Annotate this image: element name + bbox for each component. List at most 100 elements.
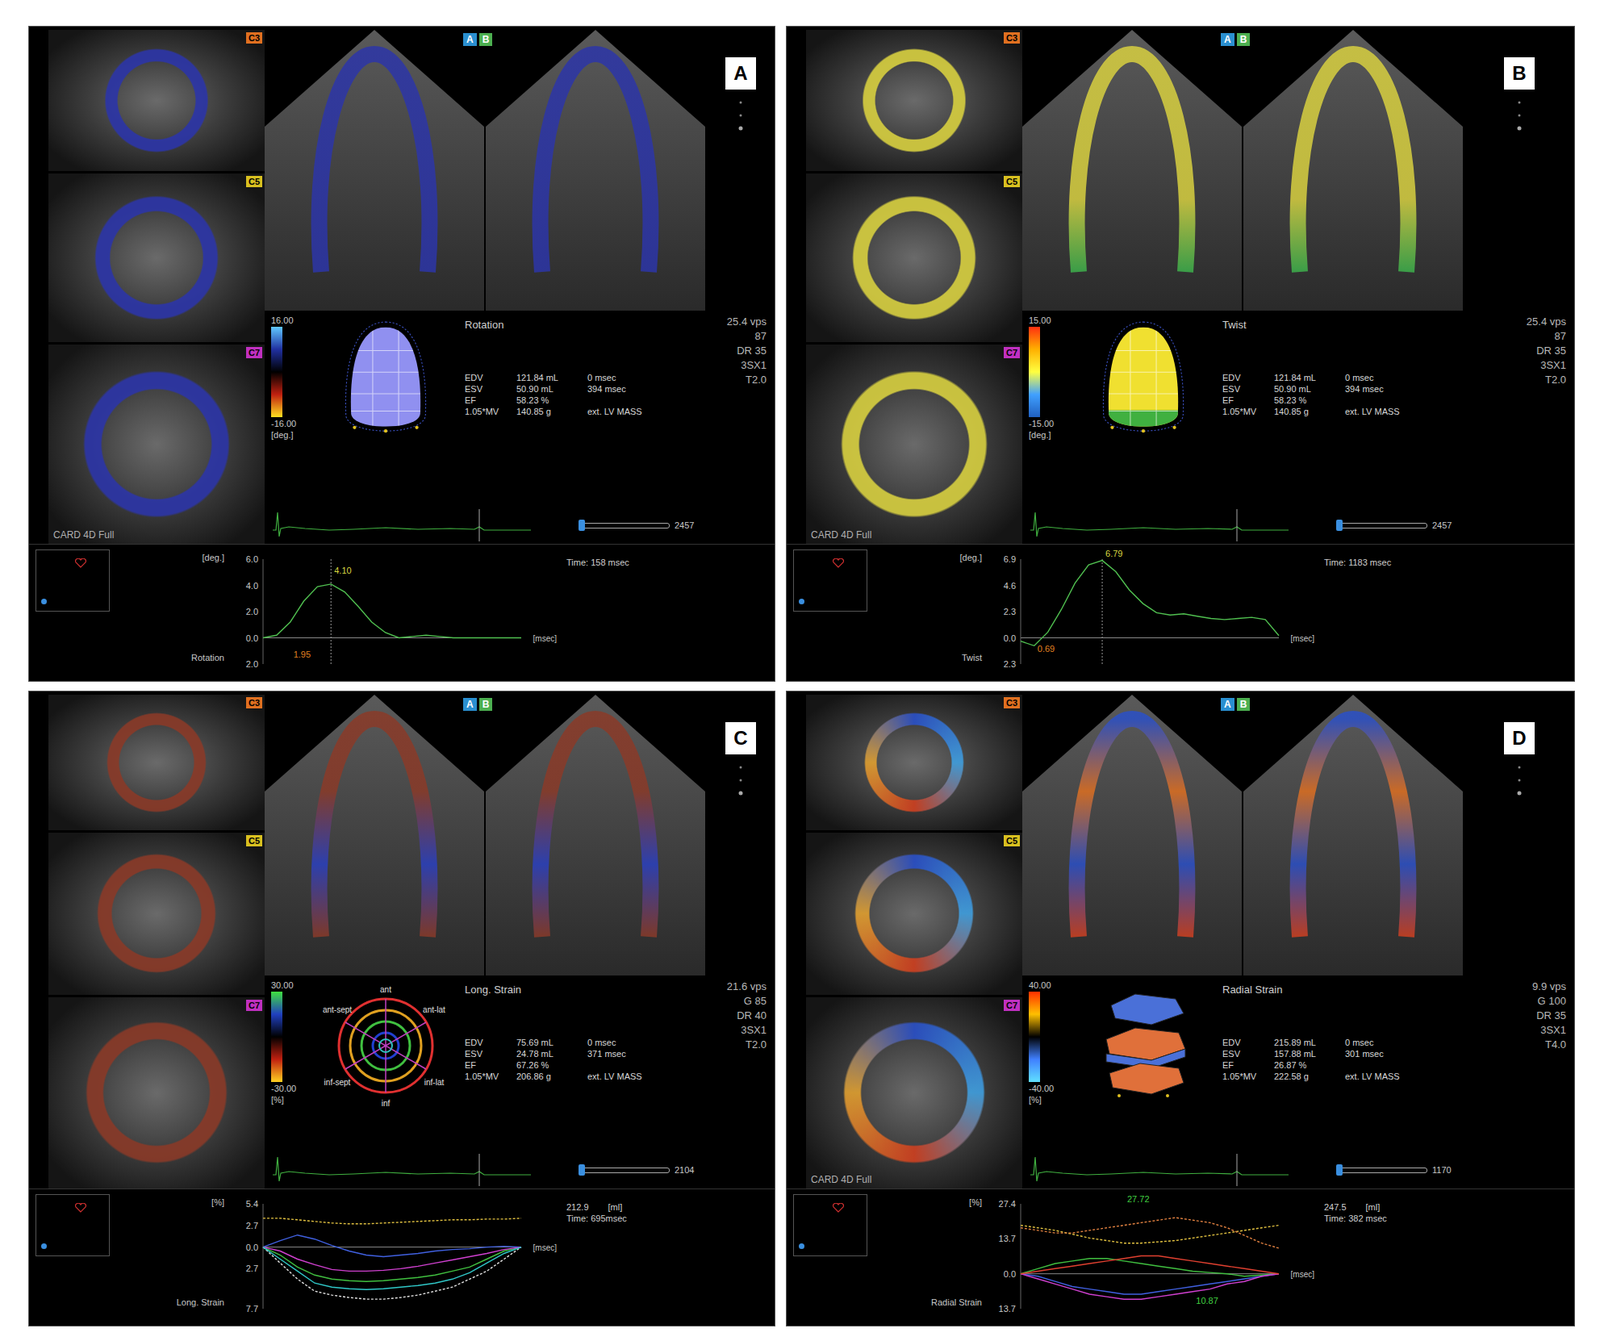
short-axis-view[interactable]: C7CARD 4D Full bbox=[806, 997, 1023, 1189]
scale-max: 40.00 bbox=[1028, 980, 1052, 991]
y-tick: 7.7 bbox=[246, 1303, 259, 1314]
axis-label: Twist bbox=[961, 652, 982, 663]
stat-row: ESV157.88 mL301 msec bbox=[1222, 1048, 1486, 1059]
short-axis-view[interactable]: C7 bbox=[48, 997, 265, 1189]
frame-slider[interactable]: 2457 bbox=[579, 520, 694, 531]
thumbnail[interactable] bbox=[793, 549, 868, 612]
slider-handle[interactable] bbox=[1336, 1164, 1343, 1176]
apical-view[interactable] bbox=[264, 29, 485, 311]
curve-chart: [msec] bbox=[263, 1203, 522, 1309]
short-axis-view[interactable]: C3 bbox=[48, 694, 265, 831]
model-area bbox=[321, 315, 451, 507]
stats-table: EDV121.84 mL0 msecESV50.90 mL394 msecEF5… bbox=[1222, 372, 1486, 417]
short-axis-view[interactable]: C3 bbox=[48, 29, 265, 172]
x-unit: [msec] bbox=[531, 1242, 559, 1252]
color-bar bbox=[271, 991, 283, 1082]
apical-view[interactable] bbox=[1022, 29, 1242, 311]
info-row: 15.00-15.00[deg.]TwistEDV121.84 mL0 msec… bbox=[1022, 310, 1575, 507]
time-readout: Time: 382 msec bbox=[1324, 1213, 1387, 1224]
time-cursor[interactable] bbox=[1102, 559, 1103, 665]
view-tag[interactable]: B bbox=[1236, 33, 1251, 46]
stat-cell: ext. LV MASS bbox=[1345, 1071, 1486, 1082]
setting-text: 21.6 vps bbox=[726, 980, 767, 993]
thumbnail[interactable] bbox=[35, 549, 110, 612]
mode-label: CARD 4D Full bbox=[810, 529, 872, 541]
view-tag[interactable]: B bbox=[479, 33, 493, 46]
apical-image bbox=[485, 29, 706, 311]
myocardium-ring bbox=[96, 853, 217, 974]
frame-slider[interactable]: 1170 bbox=[1336, 1165, 1452, 1175]
y-tick: 2.0 bbox=[246, 659, 259, 669]
acquisition-settings: 9.9 vpsG 100DR 353SX1T4.0 bbox=[1485, 980, 1575, 1152]
figure: C3C5C7CARD 4D FullAAB16.00-16.00[deg.]Ro… bbox=[0, 0, 1600, 1341]
stat-cell: 75.69 mL bbox=[516, 1037, 581, 1048]
short-axis-view[interactable]: C3 bbox=[806, 694, 1023, 831]
setting-text: 3SX1 bbox=[740, 359, 767, 372]
view-tag[interactable]: B bbox=[1236, 697, 1251, 711]
stat-cell: EDV bbox=[464, 372, 510, 383]
y-tick: 5.4 bbox=[246, 1198, 259, 1209]
short-axis-view[interactable]: C5 bbox=[806, 173, 1023, 343]
slider-handle[interactable] bbox=[1336, 519, 1343, 531]
scale-max: 16.00 bbox=[271, 315, 294, 326]
stat-cell: ext. LV MASS bbox=[587, 1071, 686, 1082]
slider-handle[interactable] bbox=[578, 1164, 585, 1176]
short-axis-view[interactable]: C5 bbox=[806, 832, 1023, 995]
scale-unit: [%] bbox=[271, 1094, 285, 1105]
slider-track bbox=[579, 522, 670, 529]
view-tag[interactable]: B bbox=[479, 697, 493, 711]
apical-view[interactable] bbox=[485, 29, 706, 311]
slider-track bbox=[1336, 522, 1428, 529]
ecg-trace bbox=[272, 509, 531, 542]
view-tag[interactable]: A bbox=[1220, 33, 1235, 46]
apical-view[interactable] bbox=[1022, 694, 1242, 976]
view-tag[interactable]: A bbox=[1220, 697, 1235, 711]
short-axis-view[interactable]: C7CARD 4D Full bbox=[48, 344, 265, 544]
apical-view[interactable] bbox=[264, 694, 485, 976]
short-axis-view[interactable]: C5 bbox=[48, 832, 265, 995]
stat-row: 1.05*MV140.85 gext. LV MASS bbox=[1222, 406, 1486, 417]
model-area bbox=[1078, 315, 1208, 507]
setting-text: G 85 bbox=[743, 994, 767, 1007]
stat-row: EF67.26 % bbox=[464, 1060, 686, 1070]
peak-label: 1.95 bbox=[293, 649, 311, 660]
volume-unit: [ml] bbox=[1366, 1202, 1381, 1212]
heart-icon bbox=[75, 1203, 87, 1213]
stat-cell: EDV bbox=[1222, 372, 1268, 383]
axis-label: Radial Strain bbox=[931, 1297, 982, 1308]
view-label: C3 bbox=[246, 32, 263, 44]
color-scale: 16.00-16.00[deg.] bbox=[264, 315, 322, 507]
view-tags: AB bbox=[463, 33, 493, 46]
apical-row: CAB bbox=[264, 694, 775, 976]
stats-table: EDV121.84 mL0 msecESV50.90 mL394 msecEF5… bbox=[464, 372, 686, 417]
curve-readout: 212.9[ml]Time: 695msec bbox=[521, 1194, 627, 1224]
color-bar bbox=[1028, 326, 1041, 418]
stat-cell: ESV bbox=[464, 384, 510, 394]
thumbnail[interactable] bbox=[793, 1194, 868, 1257]
stat-row: EDV121.84 mL0 msec bbox=[464, 372, 686, 383]
short-axis-column: C3C5C7CARD 4D Full bbox=[806, 694, 1023, 1189]
view-tag[interactable]: A bbox=[463, 33, 477, 46]
time-cursor[interactable] bbox=[330, 559, 332, 665]
slider-handle[interactable] bbox=[578, 519, 585, 531]
apical-view[interactable] bbox=[485, 694, 706, 976]
viewer-panel: C3C5C7CARD 4D FullDAB40.00-40.00[%]Radia… bbox=[785, 690, 1575, 1327]
short-axis-view[interactable]: C3 bbox=[806, 29, 1023, 172]
apical-view[interactable] bbox=[1243, 29, 1463, 311]
short-axis-view[interactable]: C5 bbox=[48, 173, 265, 343]
view-tag[interactable]: A bbox=[463, 697, 477, 711]
scale-max: 15.00 bbox=[1028, 315, 1052, 326]
thumbnail[interactable] bbox=[35, 1194, 110, 1257]
apical-view[interactable] bbox=[1243, 694, 1463, 976]
myocardium-ring bbox=[854, 853, 974, 974]
peak-label: 4.10 bbox=[334, 565, 351, 576]
short-axis-view[interactable]: C7CARD 4D Full bbox=[806, 344, 1023, 544]
apical-row: DAB bbox=[1022, 694, 1575, 976]
stat-cell: 1.05*MV bbox=[1222, 406, 1268, 417]
frame-slider[interactable]: 2104 bbox=[579, 1165, 694, 1175]
curve-readout: Time: 158 msec bbox=[521, 549, 630, 568]
frame-slider[interactable]: 2457 bbox=[1336, 520, 1452, 531]
apical-image bbox=[1243, 694, 1463, 976]
dot-icon bbox=[41, 1243, 47, 1250]
scale-min: -16.00 bbox=[271, 418, 297, 429]
